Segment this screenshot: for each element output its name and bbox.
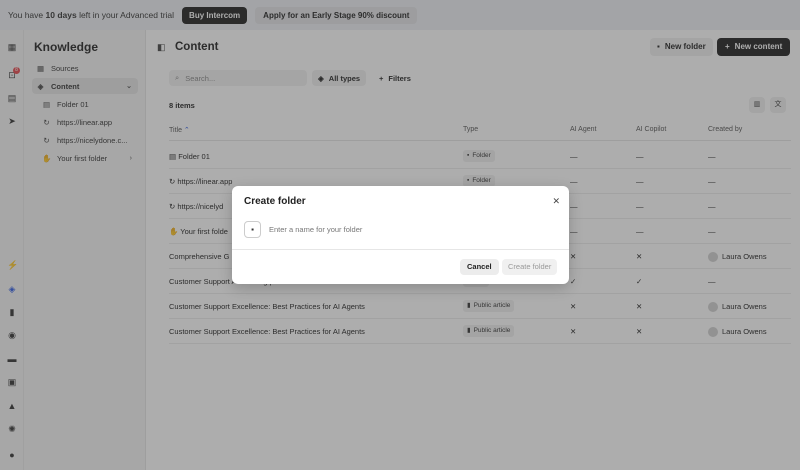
folder-name-input[interactable] [269, 221, 554, 238]
create-folder-button[interactable]: Create folder [502, 259, 558, 275]
folder-icon: ▪ [251, 225, 254, 234]
dialog-title: Create folder [244, 196, 306, 207]
cancel-button[interactable]: Cancel [460, 259, 499, 275]
folder-icon-picker[interactable]: ▪ [244, 221, 261, 238]
create-folder-dialog: Create folder ✕ ▪ Cancel Create folder [232, 186, 569, 284]
dialog-divider [232, 249, 569, 250]
close-icon[interactable]: ✕ [552, 196, 560, 207]
